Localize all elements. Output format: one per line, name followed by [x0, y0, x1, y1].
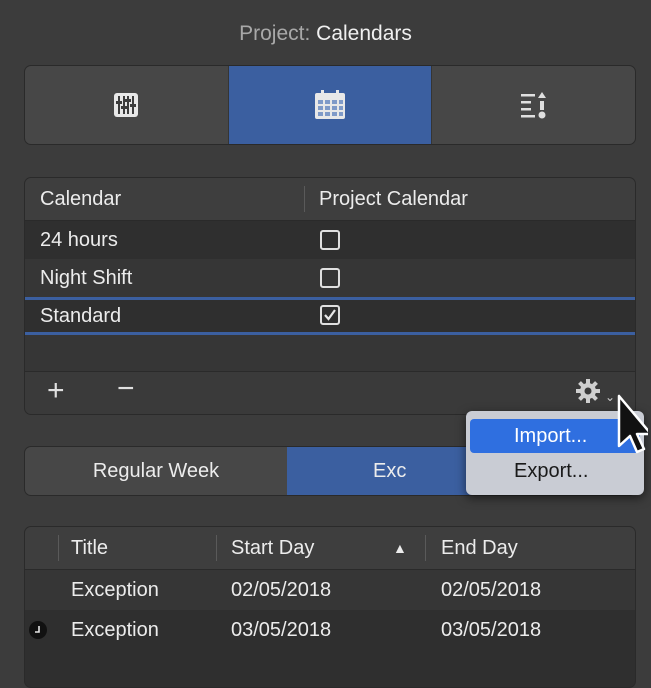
calendar-name: Night Shift [40, 267, 133, 289]
list-sort-icon [520, 92, 546, 119]
table-row-selected[interactable]: Standard [25, 297, 635, 335]
column-end-day[interactable]: End Day [441, 537, 518, 560]
exceptions-table: Title Start Day ▲ End Day Exception 02/0… [24, 526, 636, 688]
recurrence-icon [29, 621, 47, 639]
column-calendar[interactable]: Calendar [40, 188, 121, 211]
column-divider [216, 535, 217, 561]
exception-end: 02/05/2018 [441, 579, 542, 601]
sliders-icon [114, 93, 139, 117]
exception-end: 03/05/2018 [441, 619, 542, 641]
calendar-name: 24 hours [40, 229, 118, 251]
column-divider [425, 535, 426, 561]
exception-title: Exception [71, 579, 159, 601]
column-divider [58, 535, 59, 561]
menu-item-label: Export... [514, 460, 589, 482]
mouse-pointer-icon [617, 394, 648, 454]
project-calendar-checkbox[interactable] [320, 305, 340, 325]
tab-calendars[interactable] [227, 66, 432, 144]
gear-icon[interactable] [575, 378, 601, 404]
tab-sort[interactable] [431, 66, 635, 144]
table-row[interactable]: Night Shift [25, 259, 635, 297]
add-calendar-button[interactable]: + [47, 374, 65, 408]
chevron-down-icon[interactable]: ⌄ [605, 390, 615, 404]
tab-settings[interactable] [25, 66, 228, 144]
column-title[interactable]: Title [71, 537, 108, 560]
calendar-table: Calendar Project Calendar 24 hours Night… [24, 177, 636, 415]
calendar-name: Standard [40, 305, 122, 327]
project-calendar-checkbox[interactable] [320, 268, 340, 288]
project-calendar-checkbox[interactable] [320, 230, 340, 250]
menu-item-label: Import... [514, 425, 588, 447]
exception-title: Exception [71, 619, 159, 641]
empty-row [25, 335, 635, 373]
column-project-calendar[interactable]: Project Calendar [319, 188, 468, 211]
exception-start: 03/05/2018 [231, 619, 332, 641]
menu-item-export[interactable]: Export... [470, 454, 640, 488]
column-start-day[interactable]: Start Day [231, 537, 314, 560]
checkmark-icon [324, 309, 336, 321]
remove-calendar-button[interactable]: − [117, 372, 135, 406]
table-row[interactable]: Exception 02/05/2018 02/05/2018 [25, 570, 635, 610]
page-title: Project: Calendars [0, 22, 651, 46]
menu-item-import[interactable]: Import... [470, 419, 640, 453]
calendar-icon [315, 90, 345, 119]
sort-ascending-icon[interactable]: ▲ [393, 540, 407, 556]
exceptions-table-header: Title Start Day ▲ End Day [25, 527, 635, 570]
title-value: Calendars [316, 22, 412, 45]
inspector-tabs [24, 65, 636, 145]
exception-start: 02/05/2018 [231, 579, 332, 601]
table-row[interactable]: Exception 03/05/2018 03/05/2018 [25, 610, 635, 650]
calendar-table-header: Calendar Project Calendar [25, 178, 635, 221]
calendar-table-footer: + − ⌄ [25, 371, 635, 414]
table-row[interactable]: 24 hours [25, 221, 635, 259]
title-prefix: Project: [239, 22, 311, 45]
tab-regular-week[interactable]: Regular Week [25, 447, 287, 495]
column-divider [304, 186, 305, 212]
